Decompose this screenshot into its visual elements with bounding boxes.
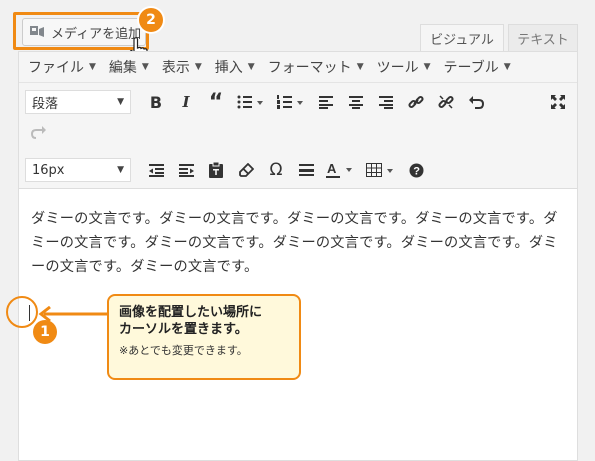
fontsize-select-value: 16px [32, 162, 65, 178]
link-icon[interactable] [404, 90, 428, 114]
caret-down-icon: ▼ [194, 62, 202, 72]
outdent-icon[interactable] [144, 158, 168, 182]
svg-text:?: ? [413, 165, 420, 177]
content-paragraph: ダミーの文言です。ダミーの文言です。ダミーの文言です。ダミーの文言です。ダミーの… [31, 211, 558, 275]
menu-edit-label: 編集 [108, 60, 137, 76]
menu-tools[interactable]: ツール ▼ [377, 57, 431, 77]
undo-icon[interactable] [464, 90, 488, 114]
instruction-callout: 画像を配置したい場所に カーソルを置きます。 ※あとでも変更できます。 [107, 294, 301, 380]
editor: ファイル ▼ 編集 ▼ 表示 ▼ 挿入 ▼ フォーマット ▼ ツール ▼ テーブル ▼ 段落 … [18, 51, 578, 461]
numbered-list-icon[interactable] [274, 90, 308, 114]
italic-icon[interactable]: I [174, 90, 198, 114]
menu-file[interactable]: ファイル ▼ [28, 57, 96, 77]
tab-text-label: テキスト [517, 32, 569, 48]
cursor-highlight-circle [6, 296, 38, 328]
step-1-badge: 1 [33, 320, 57, 344]
menu-view-label: 表示 [161, 60, 190, 76]
indent-icon[interactable] [174, 158, 198, 182]
caret-down-icon: ▼ [356, 62, 364, 72]
bold-icon[interactable]: B [144, 90, 168, 114]
menu-edit[interactable]: 編集 ▼ [109, 57, 149, 77]
menu-table[interactable]: テーブル ▼ [444, 57, 511, 77]
format-select-value: 段落 [32, 96, 59, 112]
caret-down-icon: ▼ [247, 62, 255, 72]
caret-down-icon: ▼ [503, 62, 511, 72]
tab-text[interactable]: テキスト [508, 24, 578, 51]
caret-down-icon: ▼ [89, 62, 96, 72]
clear-formatting-icon[interactable] [234, 158, 258, 182]
align-center-icon[interactable] [344, 90, 368, 114]
menubar: ファイル ▼ 編集 ▼ 表示 ▼ 挿入 ▼ フォーマット ▼ ツール ▼ テーブル ▼ [19, 52, 577, 83]
special-character-icon[interactable]: Ω [264, 158, 288, 182]
editor-toolbar: ファイル ▼ 編集 ▼ 表示 ▼ 挿入 ▼ フォーマット ▼ ツール ▼ テーブル ▼ 段落 … [19, 52, 577, 189]
callout-line-2: カーソルを置きます。 [119, 322, 248, 337]
toolbar-row-1: 段落 ▼ B I “ [23, 88, 573, 116]
table-icon[interactable] [364, 158, 398, 182]
toolbar-row-1-wrap [23, 118, 573, 146]
bullet-list-icon[interactable] [234, 90, 268, 114]
fullscreen-icon[interactable] [546, 90, 570, 114]
paste-as-text-icon[interactable] [204, 158, 228, 182]
menu-insert[interactable]: 挿入 ▼ [215, 57, 255, 77]
toolbar-row-2: 16px ▼ Ω A ? [23, 156, 573, 184]
step-2-badge: 2 [139, 8, 163, 32]
menu-file-label: ファイル [28, 60, 84, 76]
caret-down-icon: ▼ [117, 165, 124, 175]
blockquote-icon[interactable]: “ [204, 90, 228, 115]
arrow-left-icon [38, 306, 108, 322]
fontsize-select[interactable]: 16px ▼ [25, 158, 131, 182]
align-right-icon[interactable] [374, 90, 398, 114]
align-left-icon[interactable] [314, 90, 338, 114]
text-cursor [29, 305, 30, 321]
caret-down-icon: ▼ [141, 62, 149, 72]
menu-format[interactable]: フォーマット ▼ [268, 57, 364, 77]
menu-format-label: フォーマット [267, 60, 352, 76]
svg-text:A: A [327, 161, 337, 176]
help-icon[interactable]: ? [404, 158, 428, 182]
editor-content[interactable]: ダミーの文言です。ダミーの文言です。ダミーの文言です。ダミーの文言です。ダミーの… [31, 207, 565, 279]
tab-visual-label: ビジュアル [430, 33, 494, 48]
menu-tools-label: ツール [376, 60, 419, 76]
callout-note: ※あとでも変更できます。 [119, 344, 248, 357]
unlink-icon[interactable] [434, 90, 458, 114]
menu-table-label: テーブル [443, 60, 499, 76]
format-select[interactable]: 段落 ▼ [25, 90, 131, 114]
tab-visual[interactable]: ビジュアル [420, 24, 504, 52]
menu-view[interactable]: 表示 ▼ [162, 57, 202, 77]
text-color-icon[interactable]: A [324, 158, 358, 182]
callout-line-1: 画像を配置したい場所に [119, 305, 263, 320]
horizontal-line-icon[interactable] [294, 158, 318, 182]
menu-insert-label: 挿入 [214, 60, 243, 76]
caret-down-icon: ▼ [423, 62, 431, 72]
caret-down-icon: ▼ [117, 97, 124, 107]
redo-icon[interactable] [27, 120, 51, 144]
